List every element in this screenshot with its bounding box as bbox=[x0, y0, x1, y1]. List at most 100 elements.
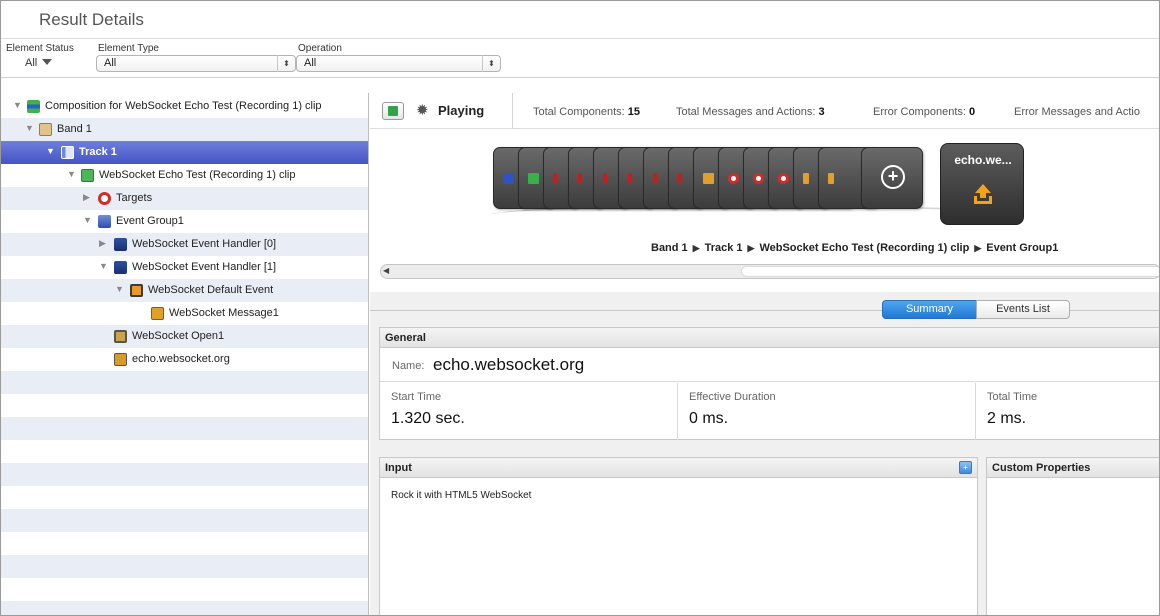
track-icon bbox=[503, 173, 514, 184]
tree-item-targets[interactable]: ▶ Targets bbox=[1, 187, 368, 210]
tree-empty-row bbox=[1, 555, 368, 578]
general-section: General Name: echo.websocket.org Start T… bbox=[379, 327, 1159, 440]
disclosure-expanded-icon[interactable]: ▼ bbox=[115, 284, 124, 294]
run-state: Playing bbox=[438, 103, 485, 118]
tree-item-message[interactable]: WebSocket Message1 bbox=[1, 302, 368, 325]
stat-label: Total Messages and Actions: bbox=[676, 106, 816, 118]
total-components-stat: Total Components: 15 bbox=[533, 106, 640, 118]
operation-select[interactable]: All ⬍ bbox=[296, 55, 501, 72]
event-handler-icon bbox=[114, 261, 127, 274]
spinner-icon: ✹ bbox=[416, 102, 429, 119]
disclosure-expanded-icon[interactable]: ▼ bbox=[99, 261, 108, 271]
total-time-label: Total Time bbox=[987, 391, 1038, 403]
effective-duration-value: 0 ms. bbox=[689, 410, 729, 427]
tree-empty-row bbox=[1, 371, 368, 394]
disclosure-expanded-icon[interactable]: ▼ bbox=[67, 169, 76, 179]
effective-duration-label: Effective Duration bbox=[689, 391, 776, 403]
clip-icon bbox=[81, 169, 94, 182]
tree-item-label: echo.websocket.org bbox=[132, 353, 230, 365]
tree-item-endpoint[interactable]: echo.websocket.org bbox=[1, 348, 368, 371]
name-label: Name: bbox=[392, 360, 425, 372]
tree-empty-row bbox=[1, 417, 368, 440]
target-icon bbox=[728, 173, 739, 184]
tree-item-label: Track 1 bbox=[79, 146, 117, 158]
tree-item-label: WebSocket Message1 bbox=[169, 307, 279, 319]
tree-item-band[interactable]: ▼ Band 1 bbox=[1, 118, 368, 141]
disclosure-expanded-icon[interactable]: ▼ bbox=[25, 123, 34, 133]
tree-item-composition[interactable]: ▼ Composition for WebSocket Echo Test (R… bbox=[1, 95, 368, 118]
start-time-cell: Start Time 1.320 sec. bbox=[380, 383, 678, 440]
stat-label: Error Messages and Actio bbox=[1014, 106, 1140, 118]
tree-item-label: WebSocket Default Event bbox=[148, 284, 274, 296]
breadcrumb-item[interactable]: WebSocket Echo Test (Recording 1) clip bbox=[759, 242, 969, 254]
tree-item-clip[interactable]: ▼ WebSocket Echo Test (Recording 1) clip bbox=[1, 164, 368, 187]
tab-events-list[interactable]: Events List bbox=[976, 300, 1070, 319]
marker-icon bbox=[653, 173, 657, 184]
message-icon bbox=[151, 307, 164, 320]
endpoint-card[interactable]: echo.we... bbox=[940, 143, 1024, 225]
clip-icon bbox=[528, 173, 539, 184]
disclosure-collapsed-icon[interactable]: ▶ bbox=[99, 238, 106, 249]
tree-item-default-event[interactable]: ▼ WebSocket Default Event bbox=[1, 279, 368, 302]
stat-label: Error Components: bbox=[873, 106, 966, 118]
breadcrumb-item[interactable]: Track 1 bbox=[705, 242, 743, 254]
tree-item-event-handler-1[interactable]: ▼ WebSocket Event Handler [1] bbox=[1, 256, 368, 279]
tree-empty-row bbox=[1, 440, 368, 463]
divider bbox=[512, 93, 513, 129]
marker-icon bbox=[678, 173, 682, 184]
disclosure-expanded-icon[interactable]: ▼ bbox=[83, 215, 92, 225]
scrollbar-thumb[interactable] bbox=[741, 266, 1159, 277]
disclosure-expanded-icon[interactable]: ▼ bbox=[46, 146, 55, 156]
element-type-value: All bbox=[104, 57, 117, 69]
stepper-arrows-icon: ⬍ bbox=[277, 55, 295, 72]
default-event-icon bbox=[130, 284, 143, 297]
plus-icon: + bbox=[881, 165, 905, 189]
go-to-element-icon[interactable] bbox=[382, 102, 404, 120]
marker-icon bbox=[578, 173, 582, 184]
scroll-left-icon[interactable]: ◀ bbox=[383, 266, 389, 275]
stat-value: 0 bbox=[969, 106, 976, 118]
disclosure-expanded-icon[interactable]: ▼ bbox=[13, 100, 22, 110]
element-status-dropdown[interactable]: All bbox=[25, 57, 53, 69]
start-time-value: 1.320 sec. bbox=[391, 410, 465, 427]
input-panel: Input + Rock it with HTML5 WebSocket bbox=[379, 457, 978, 615]
event-group-icon bbox=[98, 215, 111, 228]
event-handler-icon bbox=[114, 238, 127, 251]
breadcrumb-item[interactable]: Event Group1 bbox=[986, 242, 1058, 254]
tree-item-label: Band 1 bbox=[57, 123, 92, 135]
custom-properties-panel: Custom Properties bbox=[986, 457, 1159, 615]
breadcrumb-separator-icon: ▶ bbox=[974, 243, 982, 253]
expand-icon[interactable]: + bbox=[959, 461, 972, 474]
element-type-select[interactable]: All ⬍ bbox=[96, 55, 296, 72]
name-row: Name: echo.websocket.org bbox=[380, 349, 1159, 382]
element-status-label: Element Status bbox=[6, 43, 74, 54]
start-time-label: Start Time bbox=[391, 391, 442, 403]
total-time-value: 2 ms. bbox=[987, 410, 1027, 427]
tree-empty-row bbox=[1, 601, 368, 615]
custom-properties-heading: Custom Properties bbox=[987, 458, 1159, 478]
disclosure-collapsed-icon[interactable]: ▶ bbox=[83, 192, 90, 203]
tree-item-event-group[interactable]: ▼ Event Group1 bbox=[1, 210, 368, 233]
error-components-stat: Error Components: 0 bbox=[873, 106, 975, 118]
name-value: echo.websocket.org bbox=[433, 355, 585, 374]
timeline-scrollbar[interactable]: ◀ bbox=[380, 264, 1159, 279]
open-icon bbox=[114, 330, 127, 343]
target-icon bbox=[778, 173, 789, 184]
tab-summary[interactable]: Summary bbox=[882, 300, 977, 319]
tree-item-label: Composition for WebSocket Echo Test (Rec… bbox=[45, 100, 322, 112]
breadcrumb-item[interactable]: Band 1 bbox=[651, 242, 688, 254]
input-body: Rock it with HTML5 WebSocket bbox=[391, 490, 532, 501]
tree-item-label: Targets bbox=[116, 192, 153, 204]
stat-value: 15 bbox=[627, 106, 641, 118]
band-icon bbox=[39, 123, 52, 136]
tree-item-track[interactable]: ▼ Track 1 bbox=[1, 141, 368, 164]
tree-item-event-handler-0[interactable]: ▶ WebSocket Event Handler [0] bbox=[1, 233, 368, 256]
title-bar: Result Details bbox=[1, 1, 1159, 39]
endpoint-icon bbox=[114, 353, 127, 366]
add-step-button[interactable]: + bbox=[861, 147, 923, 209]
tree-item-open[interactable]: WebSocket Open1 bbox=[1, 325, 368, 348]
tree-item-label: WebSocket Event Handler [0] bbox=[132, 238, 277, 250]
upload-icon bbox=[974, 184, 992, 204]
breadcrumb-separator-icon: ▶ bbox=[747, 243, 755, 253]
stepper-arrows-icon: ⬍ bbox=[482, 55, 500, 72]
